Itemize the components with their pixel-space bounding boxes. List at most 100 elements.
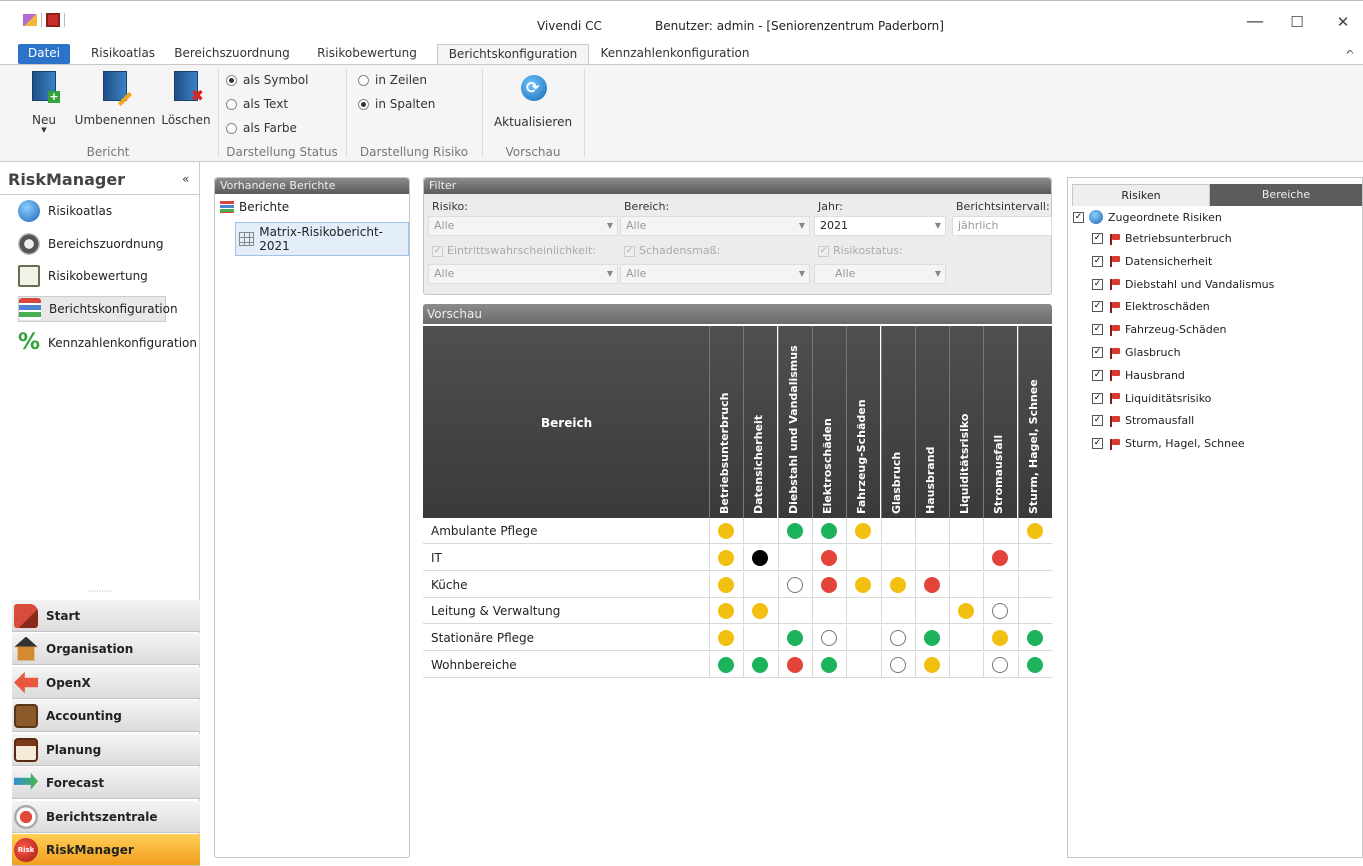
tab-kennzahlenkonfiguration[interactable]: Kennzahlenkonfiguration [597, 44, 753, 64]
ribbon: + Neu ▼ Umbenennen ✖ Löschen Bericht als… [0, 64, 1363, 162]
refresh-button[interactable]: ⟳ Aktualisieren [490, 73, 576, 129]
nav-organisation[interactable]: Organisation [12, 633, 200, 665]
risk-tree-item[interactable]: ✓ Liquiditätsrisiko [1092, 392, 1211, 405]
report-center-icon [14, 804, 38, 829]
column-header-label: Elektroschäden [820, 418, 834, 514]
tab-datei[interactable]: Datei [18, 44, 70, 64]
radio-icon [226, 122, 237, 134]
risk-tree-item[interactable]: ✓ Datensicherheit [1092, 255, 1212, 268]
checkbox-checked-icon[interactable]: ✓ [1092, 392, 1103, 404]
sidebar-collapse-button[interactable]: « [182, 172, 189, 186]
tab-risikoatlas[interactable]: Risikoatlas [86, 44, 160, 64]
status-text-radio[interactable]: als Text [226, 97, 288, 111]
flag-icon [1108, 233, 1120, 245]
checkbox-checked-icon[interactable]: ✓ [1092, 369, 1103, 381]
tab-risiken[interactable]: Risiken [1072, 184, 1210, 206]
tab-bereiche[interactable]: Bereiche [1210, 184, 1362, 206]
risk-cols-radio[interactable]: in Spalten [358, 97, 435, 111]
status-dot [992, 603, 1009, 620]
status-dot [820, 657, 837, 673]
delete-button[interactable]: ✖ Löschen [160, 71, 212, 127]
damage-filter-select[interactable]: Alle ▼ [620, 264, 810, 284]
interval-filter-input[interactable]: jährlich [952, 216, 1052, 236]
tab-berichtskonfiguration[interactable]: Berichtskonfiguration [437, 44, 589, 65]
risk-tree-item-label: Sturm, Hagel, Schnee [1125, 437, 1245, 451]
title-bar: Vivendi CC Benutzer: admin - [Seniorenze… [0, 0, 1363, 44]
risk-tree-item[interactable]: ✓ Fahrzeug-Schäden [1092, 323, 1226, 336]
nav-accounting[interactable]: Accounting [12, 700, 200, 732]
nav-forecast[interactable]: Forecast [12, 767, 200, 799]
sidebar-item-risikobewertung[interactable]: Risikobewertung [18, 263, 148, 289]
column-header-label: Diebstahl und Vandalismus [786, 345, 800, 514]
status-dot [992, 657, 1009, 673]
risk-tree-item[interactable]: ✓ Sturm, Hagel, Schnee [1092, 437, 1245, 450]
matrix-cell [846, 598, 880, 625]
area-filter-select[interactable]: Alle ▼ [620, 216, 810, 236]
save-icon[interactable] [46, 13, 60, 27]
risk-tree-item[interactable]: ✓ Glasbruch [1092, 346, 1181, 359]
matrix-cell [949, 544, 983, 571]
radio-selected-icon [226, 74, 237, 86]
matrix-cell [914, 518, 949, 544]
sidebar-item-kennzahlenkonfiguration[interactable]: % Kennzahlenkonfiguration [18, 330, 197, 356]
status-dot [1026, 657, 1043, 673]
risk-tree-root[interactable]: ✓ Zugeordnete Risiken [1073, 210, 1222, 224]
risk-tree-item[interactable]: ✓ Diebstahl und Vandalismus [1092, 278, 1274, 291]
maximize-button[interactable]: ☐ [1287, 13, 1307, 31]
risk-tree-item[interactable]: ✓ Elektroschäden [1092, 300, 1210, 313]
checkbox-checked-icon[interactable]: ✓ [1092, 278, 1103, 290]
checkbox-checked-icon[interactable]: ✓ [1073, 211, 1084, 223]
rename-report-icon [99, 71, 133, 107]
checkbox-icon: ✓ [432, 245, 443, 257]
status-dot [752, 603, 769, 620]
checkbox-checked-icon[interactable]: ✓ [1092, 301, 1103, 313]
matrix-cell [709, 652, 743, 678]
nav-openx[interactable]: OpenX [12, 667, 200, 699]
rename-button[interactable]: Umbenennen [74, 71, 156, 127]
checkbox-checked-icon[interactable]: ✓ [1092, 255, 1103, 267]
status-filter-label[interactable]: ✓ Risikostatus: [818, 244, 903, 257]
group-separator [346, 69, 347, 157]
chevron-down-icon: ▼ [934, 269, 941, 278]
checkbox-checked-icon[interactable]: ✓ [1092, 233, 1103, 244]
status-symbol-radio[interactable]: als Symbol [226, 73, 308, 87]
report-item[interactable]: Matrix-Risikobericht-2021 [235, 222, 409, 256]
sidebar-item-risikoatlas[interactable]: Risikoatlas [18, 198, 112, 224]
checkbox-checked-icon[interactable]: ✓ [1092, 415, 1103, 427]
tab-bereichszuordnung[interactable]: Bereichszuordnung [167, 44, 297, 64]
nav-planung[interactable]: Planung [12, 734, 200, 766]
probability-filter-select[interactable]: Alle ▼ [428, 264, 618, 284]
nav-start[interactable]: Start [12, 600, 200, 632]
splitter-handle[interactable]: ········· [0, 588, 200, 596]
status-filter-select[interactable]: Alle ▼ [814, 264, 946, 284]
status-dot [752, 549, 769, 566]
status-color-radio[interactable]: als Farbe [226, 121, 297, 135]
close-button[interactable]: ✕ [1333, 13, 1353, 31]
new-button[interactable]: + Neu ▼ [22, 71, 66, 134]
reports-tree-root[interactable]: Berichte [220, 200, 289, 214]
sidebar-item-berichtskonfiguration[interactable]: Berichtskonfiguration [18, 296, 178, 322]
collapse-ribbon-icon[interactable]: ᨈ [1347, 46, 1356, 57]
year-filter-select[interactable]: 2021 ▼ [814, 216, 946, 236]
checkbox-checked-icon[interactable]: ✓ [1092, 324, 1103, 336]
risk-filter-select[interactable]: Alle ▼ [428, 216, 618, 236]
status-dot [820, 549, 837, 566]
checkbox-checked-icon[interactable]: ✓ [1092, 438, 1103, 450]
risk-tree-item[interactable]: ✓ Stromausfall [1092, 414, 1194, 427]
tab-risikobewertung[interactable]: Risikobewertung [304, 44, 430, 64]
sidebar-item-bereichszuordnung[interactable]: Bereichszuordnung [18, 231, 163, 257]
risk-tree-item[interactable]: ✓ Hausbrand [1092, 369, 1185, 382]
status-filter-value: Alle [835, 267, 856, 280]
nav-riskmanager[interactable]: Risk RiskManager [12, 834, 200, 866]
probability-filter-label[interactable]: ✓ Eintrittswahrscheinlichkeit: [432, 244, 596, 257]
minimize-button[interactable]: — [1245, 11, 1265, 32]
risk-rows-radio[interactable]: in Zeilen [358, 73, 427, 87]
damage-filter-label[interactable]: ✓ Schadensmaß: [624, 244, 720, 257]
flag-icon [1108, 369, 1120, 382]
table-row: Küche [423, 571, 1052, 598]
risk-tree-item[interactable]: ✓ Betriebsunterbruch [1092, 232, 1232, 245]
nav-berichtszentrale[interactable]: Berichtszentrale [12, 801, 200, 833]
checkbox-checked-icon[interactable]: ✓ [1092, 347, 1103, 358]
nav-label: Start [46, 608, 81, 623]
calculator-icon [14, 703, 38, 728]
